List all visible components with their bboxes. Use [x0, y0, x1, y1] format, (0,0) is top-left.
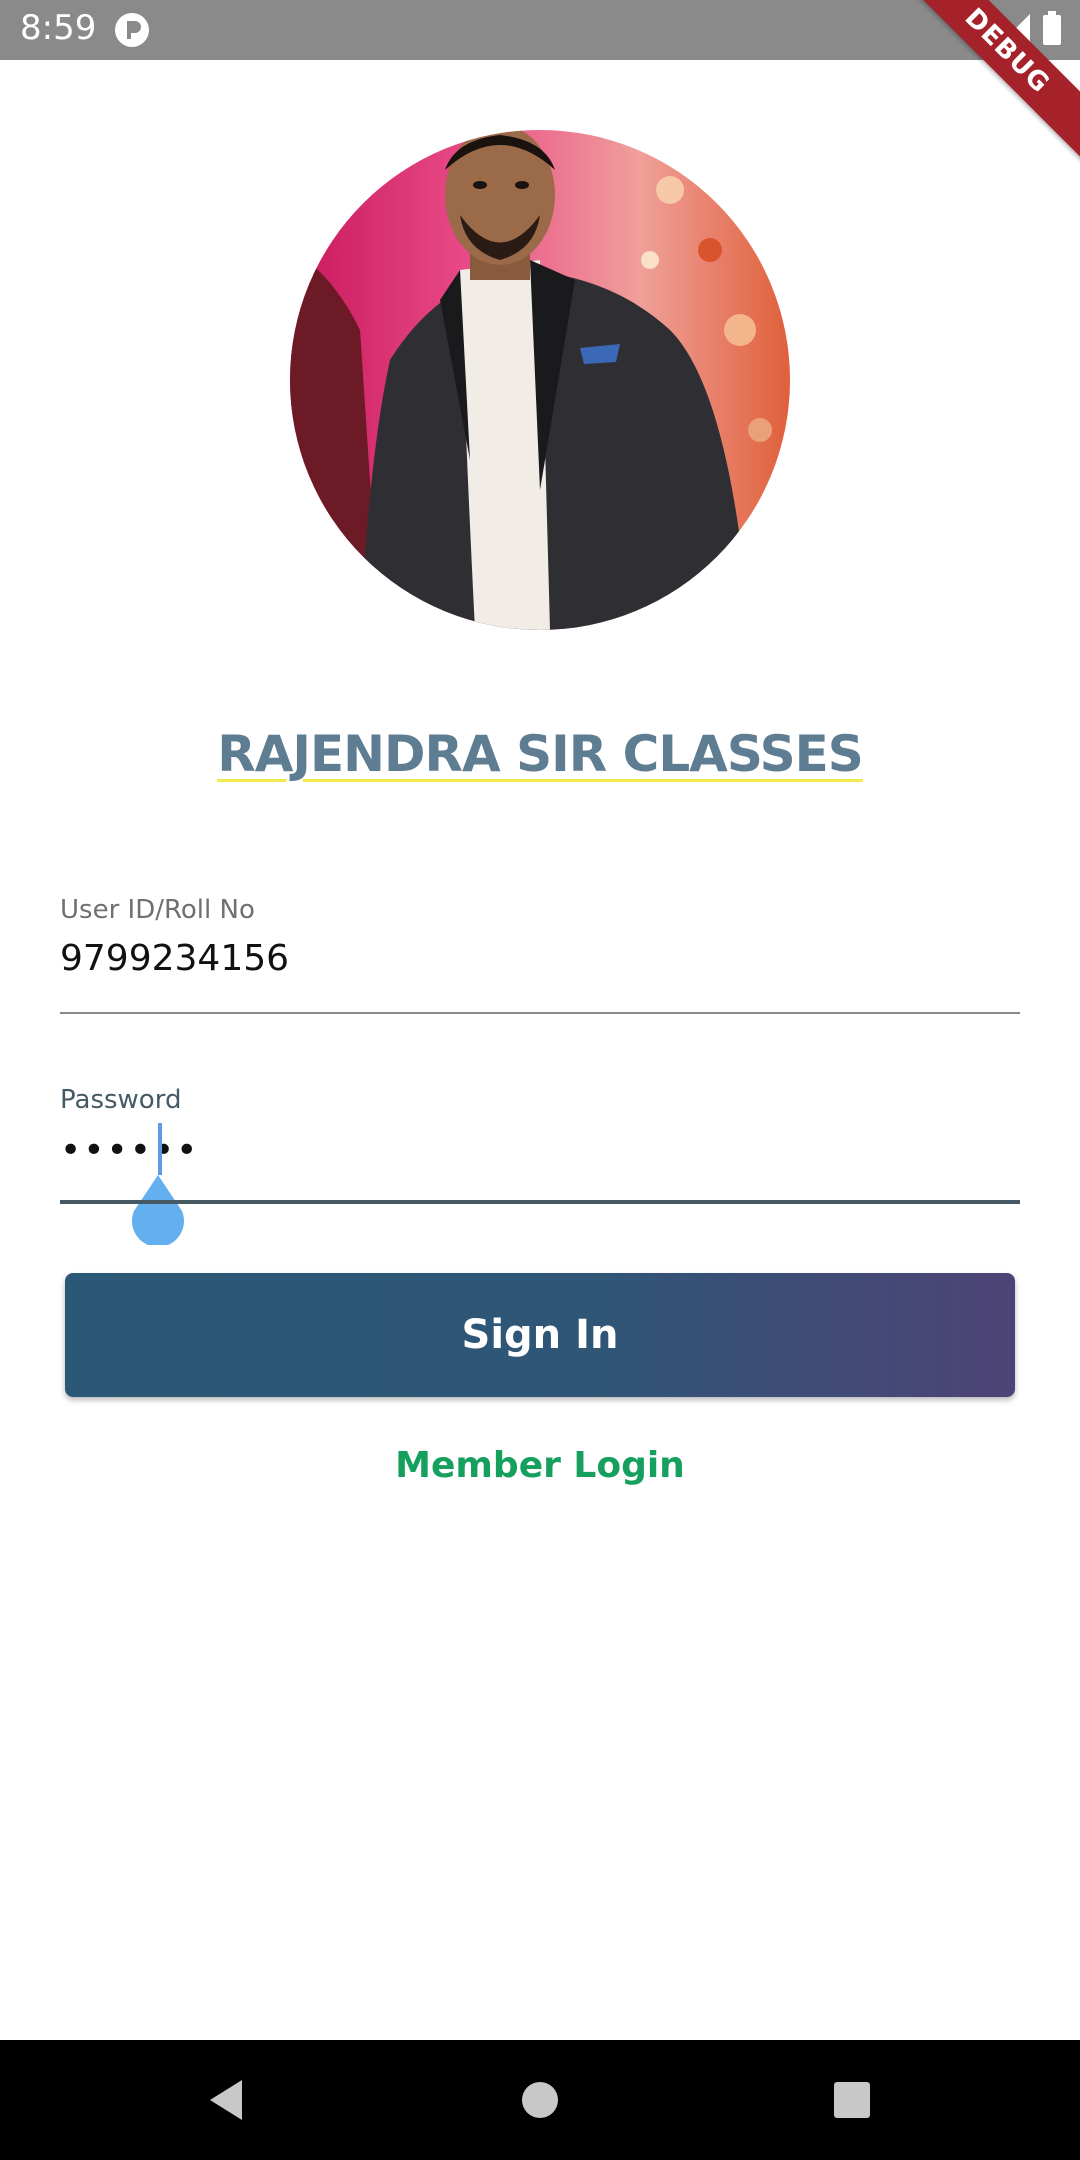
brand-title-text: RAJENDRA SIR CLASSES [217, 725, 864, 783]
text-cursor-handle[interactable] [130, 1175, 186, 1247]
password-field[interactable]: Password [60, 1085, 1020, 1247]
password-underline [60, 1200, 1020, 1204]
password-input[interactable] [60, 1125, 1020, 1175]
login-screen: 8:59 DEBUG RAJENDRA SIR CLASSES User ID/… [0, 0, 1080, 2160]
password-label: Password [60, 1085, 182, 1115]
userid-input[interactable] [60, 933, 1020, 983]
userid-underline [60, 1012, 1020, 1014]
navigation-bar [0, 2040, 1080, 2160]
text-cursor [158, 1123, 162, 1175]
status-time: 8:59 [20, 8, 97, 48]
profile-photo [290, 130, 790, 630]
back-icon[interactable] [196, 2070, 256, 2130]
app-notification-icon [114, 12, 150, 48]
recents-icon[interactable] [822, 2070, 882, 2130]
home-icon[interactable] [510, 2070, 570, 2130]
brand-title: RAJENDRA SIR CLASSES [0, 725, 1080, 783]
member-login-link[interactable]: Member Login [0, 1445, 1080, 1486]
status-bar: 8:59 [0, 0, 1080, 60]
userid-label: User ID/Roll No [60, 895, 255, 925]
sign-in-button[interactable]: Sign In [65, 1273, 1015, 1397]
userid-field[interactable]: User ID/Roll No [60, 895, 1020, 1015]
battery-icon [1042, 10, 1062, 50]
